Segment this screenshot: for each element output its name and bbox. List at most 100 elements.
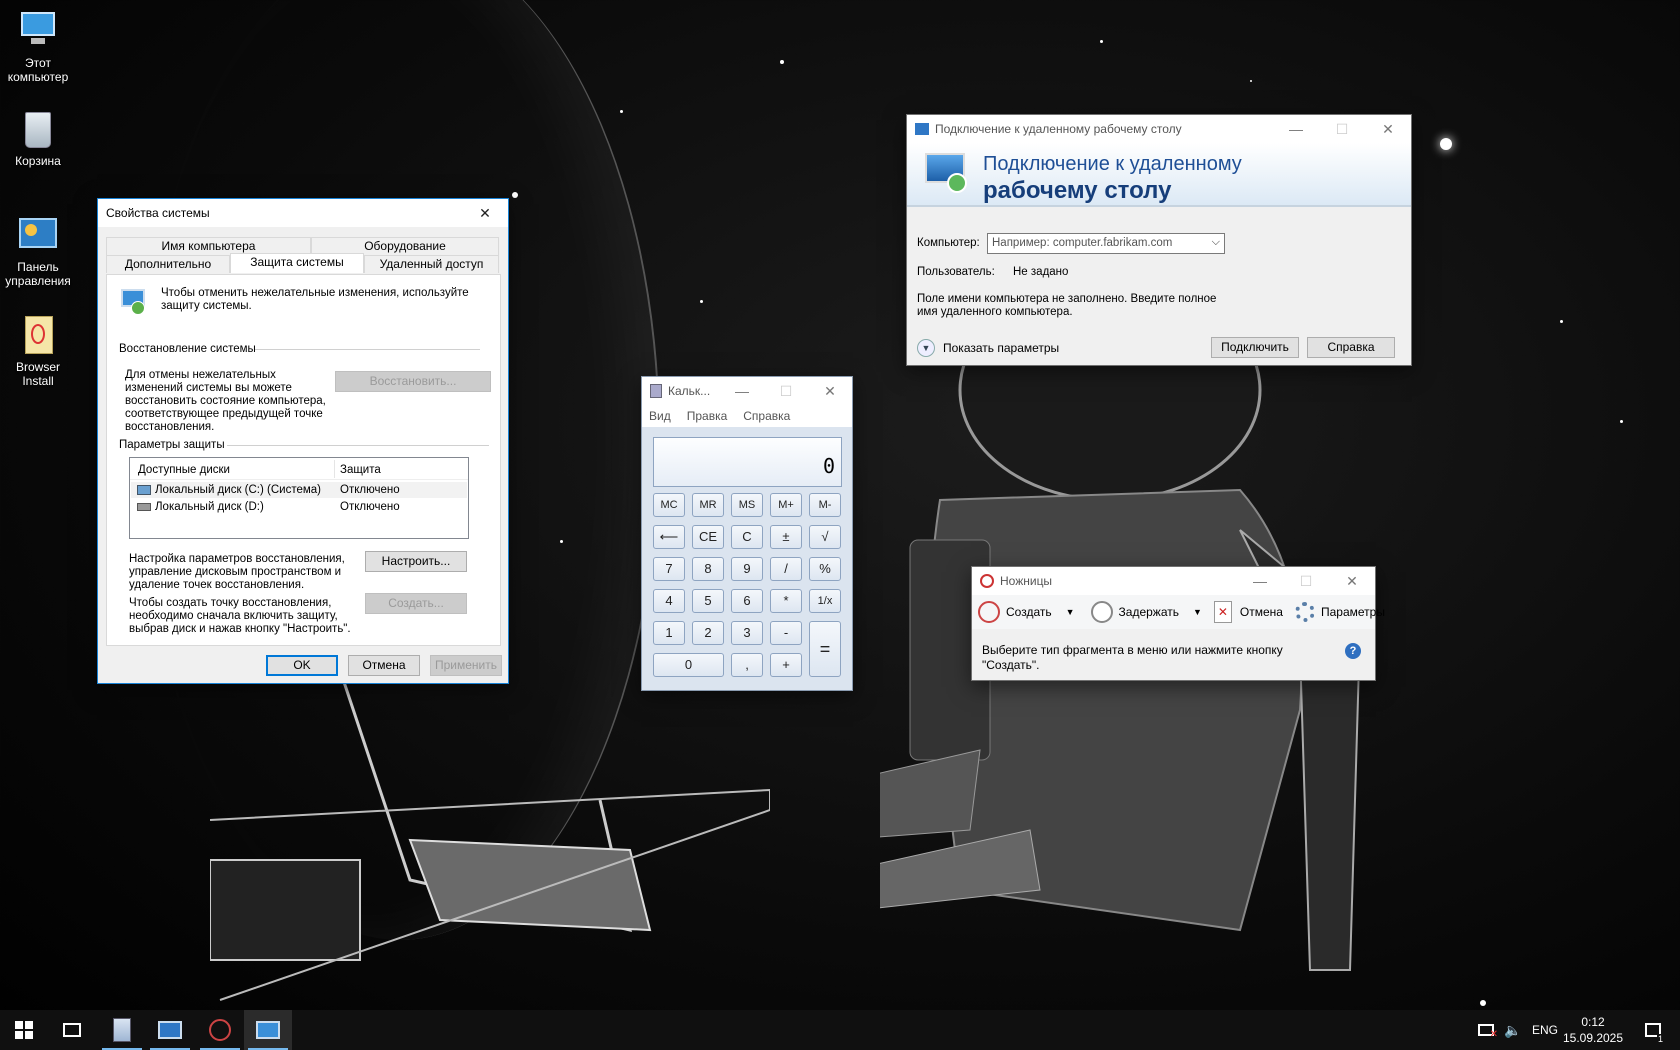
rdp-icon (158, 1021, 182, 1039)
calc-key[interactable]: MS (731, 493, 763, 517)
configure-button[interactable]: Настроить... (365, 551, 467, 572)
maximize-button[interactable]: ☐ (1319, 115, 1365, 143)
menu-edit[interactable]: Правка (687, 409, 728, 423)
cancel-snip-button[interactable]: ✕ Отмена (1213, 601, 1283, 623)
expand-options-icon[interactable]: ▼ (917, 339, 935, 357)
calc-key-equals[interactable]: = (809, 621, 841, 677)
calc-key[interactable]: 1/x (809, 589, 841, 613)
notification-center-button[interactable]: 1 (1638, 1010, 1668, 1050)
delay-button[interactable]: Задержать ▼ (1090, 601, 1202, 623)
computer-icon (17, 10, 59, 52)
taskbar-snipping[interactable] (196, 1010, 244, 1050)
system-protection-panel: Чтобы отменить нежелательные изменения, … (106, 274, 501, 646)
desktop-icon-this-pc[interactable]: Этот компьютер (0, 10, 76, 84)
calc-key[interactable]: 6 (731, 589, 763, 613)
calc-key[interactable]: 4 (653, 589, 685, 613)
desktop-icon-browser-install[interactable]: Browser Install (0, 314, 76, 388)
calc-key[interactable]: MC (653, 493, 685, 517)
desktop-icon-label: Панель управления (5, 260, 71, 288)
start-button[interactable] (0, 1010, 48, 1050)
tab-remote[interactable]: Удаленный доступ (364, 255, 499, 273)
snipping-titlebar[interactable]: Ножницы — ☐ ✕ (972, 567, 1375, 595)
close-button[interactable]: ✕ (1365, 115, 1411, 143)
new-snip-label: Создать (1006, 605, 1052, 619)
snipping-tool-window: Ножницы — ☐ ✕ Создать ▼ Задержать ▼ ✕ От… (971, 566, 1385, 681)
table-row[interactable]: Локальный диск (D:) Отключено (131, 499, 467, 515)
calculator-titlebar[interactable]: Кальк... — ☐ ✕ (642, 377, 852, 405)
calc-key[interactable]: M+ (770, 493, 802, 517)
chevron-down-icon[interactable]: ▼ (1193, 607, 1202, 617)
task-view-button[interactable] (48, 1010, 96, 1050)
restore-button[interactable]: Восстановить... (335, 371, 491, 392)
desktop-icon-control-panel[interactable]: Панель управления (0, 214, 76, 288)
calc-key[interactable]: MR (692, 493, 724, 517)
maximize-button[interactable]: ☐ (1283, 567, 1329, 595)
volume-icon[interactable]: 🔈 (1504, 1010, 1521, 1050)
close-button[interactable]: ✕ (1329, 567, 1375, 595)
calc-key[interactable]: 3 (731, 621, 763, 645)
language-indicator[interactable]: ENG (1532, 1010, 1558, 1050)
help-icon[interactable]: ? (1345, 643, 1361, 659)
calc-key[interactable]: 9 (731, 557, 763, 581)
minimize-button[interactable]: — (720, 377, 764, 405)
taskbar-rdp[interactable] (146, 1010, 194, 1050)
calculator-window: Кальк... — ☐ ✕ Вид Правка Справка 0 MC MR… (641, 376, 853, 691)
create-button[interactable]: Создать... (365, 593, 467, 614)
system-properties-titlebar[interactable]: Свойства системы ✕ (98, 199, 508, 227)
windows-icon (15, 1021, 33, 1039)
tab-advanced[interactable]: Дополнительно (106, 255, 230, 273)
calc-key[interactable]: * (770, 589, 802, 613)
calc-key[interactable]: 2 (692, 621, 724, 645)
chevron-down-icon[interactable]: ▼ (1066, 607, 1075, 617)
calc-key[interactable]: M- (809, 493, 841, 517)
network-icon[interactable]: ✕ (1478, 1010, 1498, 1050)
apply-button[interactable]: Применить (430, 655, 502, 676)
close-button[interactable]: ✕ (808, 377, 852, 405)
menu-help[interactable]: Справка (743, 409, 790, 423)
col-drives[interactable]: Доступные диски (138, 464, 230, 477)
calc-key[interactable]: 1 (653, 621, 685, 645)
calc-key[interactable]: 7 (653, 557, 685, 581)
cancel-button[interactable]: Отмена (348, 655, 420, 676)
group-divider (255, 349, 480, 350)
wallpaper-star (780, 60, 784, 64)
calc-key[interactable]: 8 (692, 557, 724, 581)
taskbar-system-properties[interactable] (244, 1010, 292, 1050)
computer-combobox[interactable]: Например: computer.fabrikam.com ⌵ (987, 233, 1225, 254)
chevron-down-icon[interactable]: ⌵ (1212, 236, 1220, 249)
calc-key-plus[interactable]: + (770, 653, 802, 677)
ok-button[interactable]: OK (266, 655, 338, 676)
tab-system-protection[interactable]: Защита системы (230, 253, 364, 273)
scissors-icon (209, 1019, 231, 1041)
taskbar-calculator[interactable] (98, 1010, 146, 1050)
calc-key-comma[interactable]: , (731, 653, 763, 677)
desktop-icon-recycle-bin[interactable]: Корзина (0, 108, 76, 168)
maximize-button[interactable]: ☐ (764, 377, 808, 405)
calc-key-zero[interactable]: 0 (653, 653, 724, 677)
calc-key[interactable]: % (809, 557, 841, 581)
rdp-titlebar[interactable]: Подключение к удаленному рабочему столу … (907, 115, 1411, 143)
minimize-button[interactable]: — (1273, 115, 1319, 143)
minimize-button[interactable]: — (1237, 567, 1283, 595)
close-button[interactable]: ✕ (462, 199, 508, 227)
calc-key[interactable]: C (731, 525, 763, 549)
calc-key[interactable]: ± (770, 525, 802, 549)
connect-button[interactable]: Подключить (1211, 337, 1299, 358)
calc-key[interactable]: √ (809, 525, 841, 549)
options-button[interactable]: Параметры (1294, 602, 1385, 622)
calc-key[interactable]: 5 (692, 589, 724, 613)
drives-list[interactable]: Доступные диски Защита Локальный диск (C… (129, 457, 469, 539)
table-row[interactable]: Локальный диск (C:) (Система) Отключено (131, 482, 467, 498)
calc-key[interactable]: - (770, 621, 802, 645)
calc-key[interactable]: / (770, 557, 802, 581)
col-protection[interactable]: Защита (340, 464, 381, 477)
wallpaper-star (512, 192, 518, 198)
calc-key[interactable]: ⟵ (653, 525, 685, 549)
calculator-app-icon (650, 384, 662, 398)
menu-view[interactable]: Вид (649, 409, 671, 423)
show-options-link[interactable]: Показать параметры (943, 342, 1059, 355)
calc-key[interactable]: CE (692, 525, 724, 549)
help-button[interactable]: Справка (1307, 337, 1395, 358)
clock[interactable]: 0:12 15.09.2025 (1562, 1010, 1624, 1050)
new-snip-button[interactable]: Создать ▼ (978, 601, 1075, 623)
